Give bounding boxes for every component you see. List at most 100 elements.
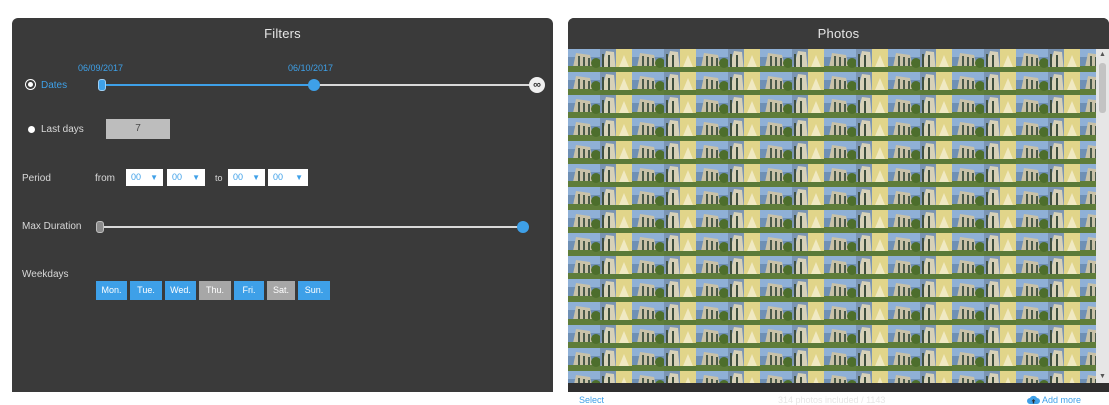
photo-thumbnail[interactable] xyxy=(760,302,792,325)
photo-thumbnail[interactable] xyxy=(920,210,952,233)
dates-slider-start-handle[interactable] xyxy=(98,79,106,91)
photo-thumbnail[interactable] xyxy=(984,371,1016,383)
photo-thumbnail[interactable] xyxy=(1080,164,1096,187)
photo-thumbnail[interactable] xyxy=(824,118,856,141)
weekday-toggle-4[interactable]: Fri. xyxy=(234,281,264,300)
photo-thumbnail[interactable] xyxy=(1016,141,1048,164)
photo-thumbnail[interactable] xyxy=(984,187,1016,210)
photo-thumbnail[interactable] xyxy=(568,141,600,164)
photo-thumbnail[interactable] xyxy=(1048,325,1080,348)
photo-thumbnail[interactable] xyxy=(568,348,600,371)
photo-thumbnail[interactable] xyxy=(1016,49,1048,72)
photo-thumbnail[interactable] xyxy=(760,72,792,95)
photo-thumbnail[interactable] xyxy=(984,164,1016,187)
photo-thumbnail[interactable] xyxy=(1048,371,1080,383)
photo-thumbnail[interactable] xyxy=(984,95,1016,118)
dates-radio[interactable] xyxy=(28,82,33,87)
weekday-toggle-1[interactable]: Tue. xyxy=(130,281,162,300)
photo-thumbnail[interactable] xyxy=(696,371,728,383)
photo-thumbnail[interactable] xyxy=(1048,256,1080,279)
photo-thumbnail[interactable] xyxy=(888,210,920,233)
photo-thumbnail[interactable] xyxy=(664,49,696,72)
photo-thumbnail[interactable] xyxy=(824,256,856,279)
weekday-toggle-0[interactable]: Mon. xyxy=(96,281,127,300)
from-hour-select[interactable]: 00 ▼ xyxy=(126,169,163,186)
photo-thumbnail[interactable] xyxy=(664,348,696,371)
photo-thumbnail[interactable] xyxy=(888,95,920,118)
infinity-icon[interactable]: ∞ xyxy=(529,77,545,93)
photo-thumbnail[interactable] xyxy=(888,325,920,348)
photo-thumbnail[interactable] xyxy=(632,233,664,256)
to-minute-select[interactable]: 00 ▼ xyxy=(268,169,308,186)
photo-thumbnail[interactable] xyxy=(984,256,1016,279)
photo-thumbnail[interactable] xyxy=(952,72,984,95)
photo-thumbnail[interactable] xyxy=(664,164,696,187)
photo-thumbnail[interactable] xyxy=(696,325,728,348)
photo-thumbnail[interactable] xyxy=(696,302,728,325)
photo-thumbnail[interactable] xyxy=(952,118,984,141)
photo-thumbnail[interactable] xyxy=(856,210,888,233)
photo-thumbnail[interactable] xyxy=(888,141,920,164)
photo-thumbnail[interactable] xyxy=(920,72,952,95)
photo-thumbnail[interactable] xyxy=(664,279,696,302)
photo-thumbnail[interactable] xyxy=(696,210,728,233)
photo-thumbnail[interactable] xyxy=(1080,210,1096,233)
photo-thumbnail[interactable] xyxy=(728,141,760,164)
photo-thumbnail[interactable] xyxy=(984,141,1016,164)
photo-thumbnail[interactable] xyxy=(824,72,856,95)
photo-thumbnail[interactable] xyxy=(952,371,984,383)
photo-thumbnail[interactable] xyxy=(664,325,696,348)
photo-thumbnail[interactable] xyxy=(824,49,856,72)
photo-thumbnail[interactable] xyxy=(984,348,1016,371)
photo-thumbnail[interactable] xyxy=(888,72,920,95)
photo-thumbnail[interactable] xyxy=(792,233,824,256)
photo-thumbnail[interactable] xyxy=(568,164,600,187)
photo-thumbnail[interactable] xyxy=(952,210,984,233)
photo-thumbnail[interactable] xyxy=(792,348,824,371)
photo-thumbnail[interactable] xyxy=(1016,95,1048,118)
photo-thumbnail[interactable] xyxy=(888,164,920,187)
photo-thumbnail[interactable] xyxy=(856,348,888,371)
photo-thumbnail[interactable] xyxy=(792,210,824,233)
photo-thumbnail[interactable] xyxy=(1080,141,1096,164)
photo-thumbnail[interactable] xyxy=(696,348,728,371)
photo-thumbnail[interactable] xyxy=(760,187,792,210)
photo-thumbnail[interactable] xyxy=(952,325,984,348)
photo-thumbnail[interactable] xyxy=(1016,210,1048,233)
photo-thumbnail[interactable] xyxy=(1048,72,1080,95)
photo-thumbnail[interactable] xyxy=(824,210,856,233)
photo-thumbnail[interactable] xyxy=(1016,256,1048,279)
photo-thumbnail[interactable] xyxy=(984,49,1016,72)
photo-thumbnail[interactable] xyxy=(920,49,952,72)
photo-thumbnail[interactable] xyxy=(984,233,1016,256)
photo-thumbnail[interactable] xyxy=(1048,164,1080,187)
photo-thumbnail[interactable] xyxy=(1048,210,1080,233)
photo-thumbnail[interactable] xyxy=(888,302,920,325)
photo-thumbnail[interactable] xyxy=(600,348,632,371)
photo-thumbnail[interactable] xyxy=(1016,187,1048,210)
max-duration-slider-start-handle[interactable] xyxy=(96,221,104,233)
photo-thumbnail[interactable] xyxy=(792,141,824,164)
photo-thumbnail[interactable] xyxy=(1048,279,1080,302)
photo-thumbnail[interactable] xyxy=(728,371,760,383)
photo-thumbnail[interactable] xyxy=(856,302,888,325)
photo-thumbnail[interactable] xyxy=(856,233,888,256)
photo-thumbnail[interactable] xyxy=(920,118,952,141)
photo-thumbnail[interactable] xyxy=(600,141,632,164)
photo-thumbnail[interactable] xyxy=(920,279,952,302)
dates-slider-end-handle[interactable] xyxy=(308,79,320,91)
photo-thumbnail[interactable] xyxy=(600,325,632,348)
photo-thumbnail[interactable] xyxy=(760,325,792,348)
photo-thumbnail[interactable] xyxy=(696,95,728,118)
photo-thumbnail[interactable] xyxy=(984,279,1016,302)
photo-thumbnail[interactable] xyxy=(728,325,760,348)
photo-thumbnail[interactable] xyxy=(600,72,632,95)
photo-thumbnail[interactable] xyxy=(632,72,664,95)
photo-thumbnail[interactable] xyxy=(696,187,728,210)
photo-thumbnail[interactable] xyxy=(760,233,792,256)
photo-thumbnail[interactable] xyxy=(728,302,760,325)
last-days-radio[interactable] xyxy=(28,126,35,133)
photo-thumbnail[interactable] xyxy=(1016,164,1048,187)
photo-thumbnail[interactable] xyxy=(1048,49,1080,72)
photo-thumbnail[interactable] xyxy=(856,118,888,141)
